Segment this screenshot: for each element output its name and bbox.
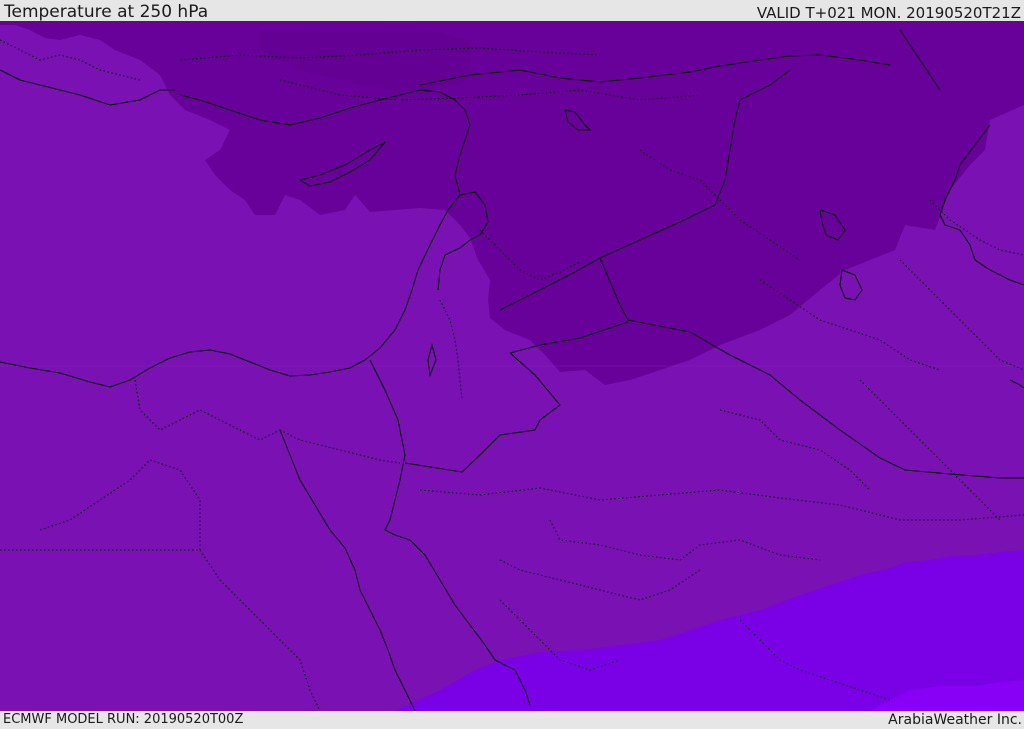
- valid-time: VALID T+021 MON. 20190520T21Z: [756, 4, 1021, 22]
- credit-label: ArabiaWeather Inc.: [888, 712, 1022, 728]
- model-run-label: ECMWF MODEL RUN: 20190520T00Z: [3, 712, 244, 727]
- map-title: Temperature at 250 hPa: [4, 2, 209, 22]
- header-bar: Temperature at 250 hPa VALID T+021 MON. …: [0, 0, 1024, 21]
- temperature-map[interactable]: [0, 21, 1024, 711]
- footer-bar: ECMWF MODEL RUN: 20190520T00Z ArabiaWeat…: [0, 711, 1024, 729]
